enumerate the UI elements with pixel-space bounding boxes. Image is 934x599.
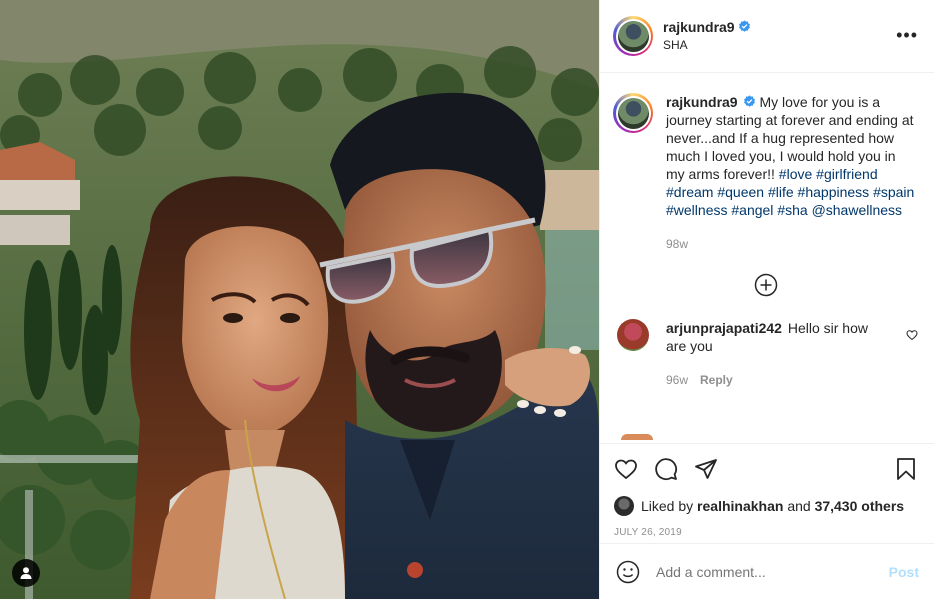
likes-prefix: Liked by	[641, 498, 694, 514]
user-tag-icon	[20, 567, 32, 579]
post-photo[interactable]	[0, 0, 599, 599]
tagged-users-button[interactable]	[12, 559, 40, 587]
hashtag-link[interactable]: #angel	[731, 202, 773, 218]
heart-icon[interactable]	[906, 329, 918, 341]
instagram-post: rajkundra9 SHA ••• rajkundra9 My love fo…	[0, 0, 934, 599]
author-avatar[interactable]	[613, 16, 653, 56]
load-more-comments	[613, 273, 918, 297]
next-comment-avatar	[621, 434, 653, 440]
liker-avatar[interactable]	[614, 496, 634, 516]
hashtag-link[interactable]: #wellness	[666, 202, 727, 218]
smiley-icon[interactable]	[616, 560, 640, 584]
add-comment-bar: Post	[600, 543, 934, 599]
heart-icon[interactable]	[614, 457, 638, 481]
caption-timestamp[interactable]: 98w	[666, 237, 688, 251]
caption-username[interactable]: rajkundra9	[666, 94, 738, 110]
liker-username[interactable]: realhinakhan	[697, 498, 783, 514]
caption: rajkundra9 My love for you is a journey …	[613, 93, 918, 253]
hashtag-link[interactable]: #sha	[777, 202, 807, 218]
hashtag-link[interactable]: #dream	[666, 184, 713, 200]
selfie-image	[0, 0, 599, 599]
hashtag-link[interactable]: #spain	[873, 184, 914, 200]
verified-badge-icon	[738, 20, 750, 32]
author-username[interactable]: rajkundra9	[663, 19, 735, 35]
mention-link[interactable]: @shawellness	[812, 202, 902, 218]
likes-joiner: and	[787, 498, 811, 514]
comment-item: arjunprajapati242 Hello sir how are you …	[613, 319, 918, 389]
post-header: rajkundra9 SHA •••	[600, 0, 934, 73]
hashtag-link[interactable]: #life	[768, 184, 794, 200]
more-options-icon[interactable]: •••	[896, 26, 918, 44]
post-location[interactable]: SHA	[663, 36, 751, 54]
likes-count[interactable]: 37,430 others	[815, 498, 905, 514]
hashtag-link[interactable]: #love	[779, 166, 812, 182]
hashtag-link[interactable]: #queen	[717, 184, 764, 200]
comment-bubble-icon[interactable]	[654, 457, 678, 481]
verified-badge-icon	[743, 95, 755, 107]
bookmark-icon[interactable]	[894, 457, 918, 481]
comment-timestamp[interactable]: 96w	[666, 373, 688, 387]
comment-input[interactable]	[656, 563, 889, 580]
hashtag-link[interactable]: #happiness	[798, 184, 870, 200]
paper-plane-icon[interactable]	[694, 457, 718, 481]
post-sidebar: rajkundra9 SHA ••• rajkundra9 My love fo…	[599, 0, 934, 599]
commenter-avatar[interactable]	[617, 319, 649, 351]
post-date[interactable]: JULY 26, 2019	[614, 527, 920, 538]
load-more-comments-icon[interactable]	[754, 273, 778, 297]
comments-section: rajkundra9 My love for you is a journey …	[600, 73, 934, 443]
reply-button[interactable]: Reply	[700, 373, 733, 387]
post-comment-button[interactable]: Post	[889, 564, 919, 580]
hashtag-link[interactable]: #girlfriend	[816, 166, 877, 182]
likes-summary: Liked by realhinakhan and 37,430 others	[614, 496, 920, 516]
commenter-username[interactable]: arjunprajapati242	[666, 320, 782, 336]
caption-avatar[interactable]	[613, 93, 653, 133]
